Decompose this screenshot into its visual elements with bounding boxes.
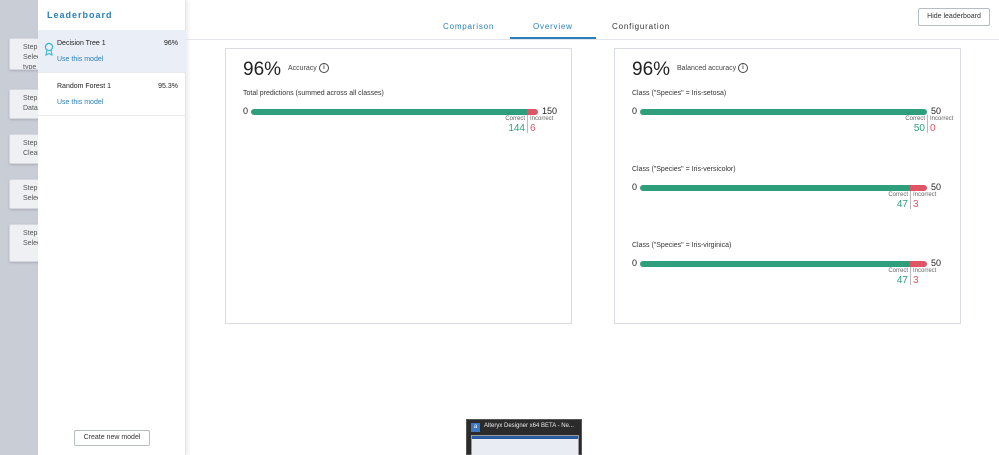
split-divider [910,267,911,285]
correct-count: 47 [896,199,908,210]
incorrect-count: 3 [913,199,919,210]
correct-segment [251,109,527,115]
correct-caption: Correct [905,116,925,122]
model-score: 96% [163,40,178,47]
split-divider [527,115,528,133]
incorrect-segment [910,261,927,267]
bar-zero-label: 0 [243,106,249,116]
bar-total-label: 50 [931,106,942,116]
incorrect-segment [910,185,927,191]
correct-count: 144 [508,123,525,134]
leaderboard-item-decision-tree[interactable]: Decision Tree 1 96% Use this model [38,30,186,73]
prediction-bar-block: Total predictions (summed across all cla… [243,90,561,150]
info-icon[interactable]: i [319,63,329,73]
bar-title: Class ("Species" = Iris-virginica) [632,242,732,249]
split-divider [910,191,911,209]
incorrect-caption: Incorrect [913,192,937,198]
tab-overview[interactable]: Overview [533,22,573,31]
use-this-model-link[interactable]: Use this model [57,56,103,63]
balanced-accuracy-label: Balanced accuracy [677,65,737,72]
tab-comparison[interactable]: Comparison [443,22,494,31]
award-ribbon-icon [44,42,54,56]
balanced-accuracy-value: 96% [632,59,671,80]
correct-count: 47 [896,275,908,286]
tab-configuration[interactable]: Configuration [612,22,670,31]
prediction-bar [640,185,927,191]
create-new-model-button[interactable]: Create new model [74,430,150,446]
model-name: Decision Tree 1 [57,40,106,47]
correct-segment [640,185,910,191]
taskbar-window-thumbnail[interactable]: a Alteryx Designer x64 BETA - Ne... [466,419,582,455]
incorrect-count: 3 [913,275,919,286]
accuracy-value: 96% [243,59,282,80]
split-divider [927,115,928,133]
correct-segment [640,109,927,115]
correct-caption: Correct [505,116,525,122]
accuracy-label: Accuracy [288,65,317,72]
info-icon[interactable]: i [738,63,748,73]
bar-total-label: 50 [931,182,942,192]
incorrect-caption: Incorrect [913,268,937,274]
prediction-bar [640,109,927,115]
incorrect-count: 6 [530,123,536,134]
bar-zero-label: 0 [632,258,638,268]
accuracy-panel: 96% Accuracy i Total predictions (summed… [225,48,572,324]
incorrect-caption: Incorrect [530,116,554,122]
bar-title: Class ("Species" = Iris-setosa) [632,90,727,97]
model-name: Random Forest 1 [57,83,112,90]
hide-leaderboard-button[interactable]: Hide leaderboard [918,8,990,26]
thumbnail-preview [471,435,579,455]
thumbnail-title: Alteryx Designer x64 BETA - Ne... [484,423,574,429]
bar-total-label: 50 [931,258,942,268]
active-tab-indicator [510,37,596,39]
balanced-accuracy-panel: 96% Balanced accuracy i Class ("Species"… [614,48,961,324]
bar-total-label: 150 [542,106,558,116]
prediction-bar [640,261,927,267]
leaderboard-title: Leaderboard [47,10,113,20]
correct-caption: Correct [888,192,908,198]
view-tabs: Comparison Overview Configuration [186,0,999,40]
incorrect-count: 0 [930,123,936,134]
leaderboard-sidebar: Leaderboard Decision Tree 1 96% Use this… [38,0,186,455]
use-this-model-link[interactable]: Use this model [57,99,103,106]
prediction-bar-block: Class ("Species" = Iris-setosa) 0 50 Correc… [632,90,954,150]
model-score: 95.3% [158,83,178,90]
prediction-bar-block: Class ("Species" = Iris-versicolor) 0 50 Co… [632,166,950,226]
incorrect-segment [527,109,538,115]
prediction-bar-block: Class ("Species" = Iris-virginica) 0 50 Cor… [632,242,950,302]
leaderboard-item-random-forest[interactable]: Random Forest 1 95.3% Use this model [38,73,186,116]
bar-zero-label: 0 [632,106,638,116]
correct-caption: Correct [888,268,908,274]
correct-segment [640,261,910,267]
prediction-bar [251,109,538,115]
correct-count: 50 [913,123,925,134]
bar-zero-label: 0 [632,182,638,192]
bar-title: Total predictions (summed across all cla… [243,90,384,97]
bar-title: Class ("Species" = Iris-versicolor) [632,166,736,173]
incorrect-caption: Incorrect [930,116,954,122]
alteryx-icon: a [471,423,480,432]
